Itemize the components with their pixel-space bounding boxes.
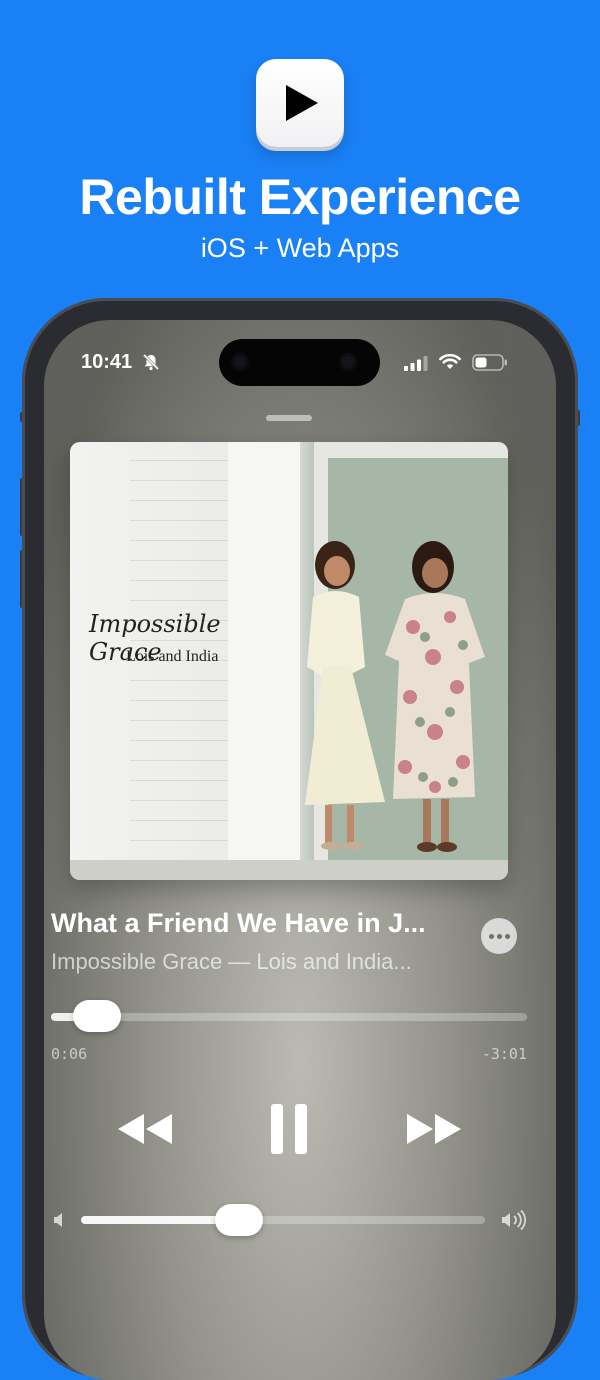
- headline: Rebuilt Experience: [79, 169, 521, 225]
- bell-slash-icon: [142, 353, 160, 371]
- album-artwork: Impossible Grace Lois and India: [70, 442, 508, 880]
- fast-forward-button[interactable]: [405, 1112, 463, 1146]
- play-icon: [286, 85, 318, 121]
- more-icon: [505, 934, 510, 939]
- pause-button[interactable]: [269, 1103, 309, 1155]
- dynamic-island: [219, 339, 380, 386]
- volume-slider[interactable]: [81, 1204, 485, 1236]
- camera-lens: [339, 353, 357, 371]
- scrubber-knob[interactable]: [73, 1000, 121, 1032]
- status-time: 10:41: [81, 351, 133, 373]
- sheet-grabber[interactable]: [266, 415, 312, 421]
- volume-knob[interactable]: [215, 1204, 263, 1236]
- more-options-button[interactable]: [481, 918, 517, 954]
- wifi-icon: [439, 353, 461, 369]
- volume-low-icon: [54, 1213, 62, 1227]
- cellular-signal-icon: [404, 356, 428, 371]
- remaining-time: -3:01: [481, 1045, 527, 1063]
- more-icon: [497, 934, 502, 939]
- phone-screen: 10:41 Impossible Grace Lois and India Wh…: [44, 320, 556, 1380]
- artwork-figures: [305, 541, 485, 852]
- track-artist[interactable]: Impossible Grace — Lois and India...: [51, 949, 471, 975]
- artwork-subtitle: Lois and India: [126, 648, 219, 665]
- more-icon: [489, 934, 494, 939]
- rewind-button[interactable]: [116, 1112, 174, 1146]
- elapsed-time: 0:06: [51, 1045, 88, 1063]
- battery-icon: [472, 354, 507, 371]
- playback-scrubber[interactable]: [51, 1000, 527, 1032]
- track-title: What a Friend We Have in J...: [51, 908, 426, 938]
- camera-lens: [231, 353, 249, 371]
- status-bar: 10:41: [44, 320, 556, 410]
- app-icon: [256, 59, 344, 147]
- subheadline: iOS + Web Apps: [200, 233, 400, 263]
- volume-high-icon: [502, 1210, 527, 1230]
